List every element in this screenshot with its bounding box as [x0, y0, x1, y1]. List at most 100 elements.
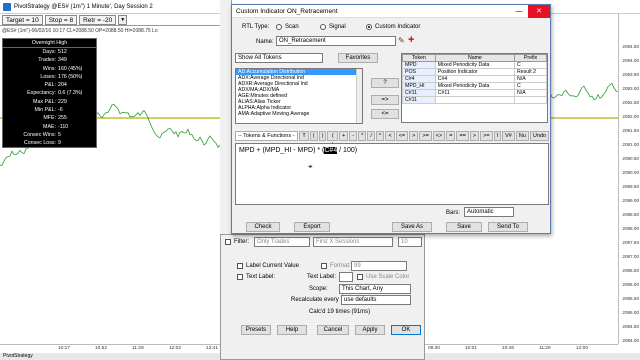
stats-value: 176 (50%): [58, 73, 83, 80]
filter-checkbox[interactable]: [225, 239, 231, 245]
export-button[interactable]: Export: [294, 222, 330, 232]
operator-button[interactable]: I: [493, 131, 502, 141]
operator-button[interactable]: Undo: [529, 131, 549, 141]
recalc-select[interactable]: use defaults: [341, 295, 411, 305]
token-table-row[interactable]: C#11: [402, 96, 547, 104]
operator-button[interactable]: ^: [375, 131, 385, 141]
operator-button[interactable]: <=: [395, 131, 409, 141]
operator-button[interactable]: ( ): [327, 131, 339, 148]
token-table-row[interactable]: C#11 C#11 N/A: [402, 89, 547, 97]
operator-button[interactable]: >: [469, 131, 480, 141]
calc-status: Calc'd 19 times (91ms): [309, 309, 371, 315]
save-as-button[interactable]: Save As: [392, 222, 432, 232]
retr-field[interactable]: Retr = -20: [79, 14, 117, 25]
use-scale-color-label: Use Scale Color: [366, 274, 410, 280]
operator-button[interactable]: <: [385, 131, 395, 141]
radio-scan[interactable]: [276, 24, 282, 30]
radio-custom-indicator[interactable]: [366, 24, 372, 30]
operator-button[interactable]: +: [339, 131, 349, 141]
price-tick: 2092.00: [622, 114, 639, 119]
operator-button[interactable]: (: [309, 131, 318, 141]
bars-label: Bars:: [446, 210, 461, 216]
stop-field[interactable]: Stop = 8: [44, 14, 78, 25]
stats-value: 160 (45%): [58, 65, 83, 72]
text-label-input[interactable]: [339, 272, 353, 282]
expression-editor[interactable]: MPD + (MPD_HI - MPD) * (C#4 / 100): [235, 143, 549, 205]
add-icon[interactable]: +: [408, 34, 414, 46]
token-table-cell: Mixed Periodicity Data: [434, 82, 516, 90]
time-tick: 12:00: [576, 346, 589, 351]
operator-button[interactable]: <>: [432, 131, 446, 141]
scope-select[interactable]: This Chart, Any Instrument: [339, 284, 411, 301]
token-table-row[interactable]: POS Position Indicator Result 2: [402, 68, 547, 76]
operator-button[interactable]: =: [446, 131, 456, 141]
token-table[interactable]: Token Name Prefix MPD Mixed Periodicity Dat…: [401, 53, 548, 123]
price-tick: 2084.50: [622, 324, 639, 329]
save-button[interactable]: Save: [446, 222, 482, 232]
format-select[interactable]: 99: [351, 261, 407, 271]
text-label-checkbox[interactable]: [237, 274, 243, 280]
minimize-icon[interactable]: —: [510, 5, 528, 18]
token-table-header[interactable]: Name: [434, 54, 516, 62]
operator-button[interactable]: /: [367, 131, 375, 141]
price-tick: 2086.00: [622, 282, 639, 287]
radio-signal[interactable]: [320, 24, 326, 30]
help-token-button[interactable]: ?: [371, 78, 399, 88]
token-list-scrollbar[interactable]: [356, 69, 362, 123]
send-to-button[interactable]: Send To: [488, 222, 528, 232]
remove-token-button[interactable]: <=: [371, 109, 399, 119]
target-field[interactable]: Target = 10: [2, 14, 43, 25]
label-current-value-checkbox[interactable]: [237, 263, 243, 269]
toolbar-dropdown-icon[interactable]: ▼: [118, 14, 128, 25]
operator-button[interactable]: >=: [419, 131, 432, 141]
operator-button[interactable]: *: [358, 131, 367, 141]
help-button[interactable]: Help: [277, 325, 307, 335]
price-tick: 2094.50: [622, 44, 639, 49]
indicator-settings-panel: Filter: Only Trades First X Sessions 10 …: [220, 234, 425, 360]
token-table-header[interactable]: Token: [402, 54, 436, 62]
presets-button[interactable]: Presets: [241, 325, 271, 335]
chart-info-line: @ES# (1m")-06/02/16 10:17 CL=2088.50 OP=…: [2, 28, 158, 34]
format-checkbox[interactable]: [321, 263, 327, 269]
token-list[interactable]: AD:Accumulation Distribution ADX:Average …: [235, 68, 363, 124]
functions-select[interactable]: -- Tokens & Functions --: [235, 131, 299, 148]
token-table-cell: Result 2: [514, 68, 547, 76]
operator-button[interactable]: Nu: [515, 131, 529, 141]
token-table-row[interactable]: MPD Mixed Periodicity Data C: [402, 61, 547, 69]
filter-sessions-select[interactable]: First X Sessions: [313, 237, 393, 247]
cancel-button[interactable]: Cancel: [317, 325, 349, 335]
use-scale-color-checkbox[interactable]: [357, 274, 363, 280]
apply-button[interactable]: Apply: [355, 325, 385, 335]
token-list-item[interactable]: AMA:Adaptive Moving Average: [236, 111, 362, 117]
add-token-button[interactable]: =>: [371, 95, 399, 105]
stats-value: 9: [58, 140, 61, 147]
operator-button[interactable]: >=: [480, 131, 493, 141]
operator-button[interactable]: V#: [502, 131, 515, 141]
filter-number[interactable]: 10: [398, 237, 422, 247]
stats-value: 512: [58, 49, 67, 55]
operator-button[interactable]: ==: [456, 131, 469, 141]
bars-select[interactable]: Automatic: [464, 207, 514, 217]
stats-key: MAE:: [43, 123, 56, 130]
stats-panel: Overnight High Days: 512 Trades: 349 Wins: 16…: [2, 38, 97, 148]
token-table-row[interactable]: MPD_HI Mixed Periodicity Data C: [402, 82, 547, 90]
time-tick: 11:29: [539, 346, 551, 351]
tokens-filter-select[interactable]: Show All Tokens: [235, 53, 323, 63]
edit-name-icon[interactable]: ✎: [398, 36, 405, 45]
token-table-row[interactable]: C#4 C#4 N/A: [402, 75, 547, 83]
operator-button[interactable]: ): [318, 131, 327, 141]
token-table-header[interactable]: Prefix: [514, 54, 547, 62]
name-select[interactable]: ON_Retracement: [276, 36, 396, 46]
price-axis: 2094.50 2094.00 2093.50 2093.00 2092.50 2092.…: [618, 14, 640, 357]
time-tick: 10:52: [95, 346, 108, 351]
text-label-label: Text Label:: [307, 274, 337, 280]
favorites-button[interactable]: Favorites: [338, 53, 378, 63]
time-tick: 12:02: [169, 346, 182, 351]
operator-button[interactable]: T: [299, 131, 309, 141]
filter-select[interactable]: Only Trades: [254, 237, 310, 247]
operator-button[interactable]: >: [409, 131, 419, 141]
check-button[interactable]: Check: [246, 222, 280, 232]
operator-button[interactable]: -: [349, 131, 358, 141]
ok-button[interactable]: OK: [391, 325, 421, 335]
close-icon[interactable]: ✕: [528, 4, 550, 18]
